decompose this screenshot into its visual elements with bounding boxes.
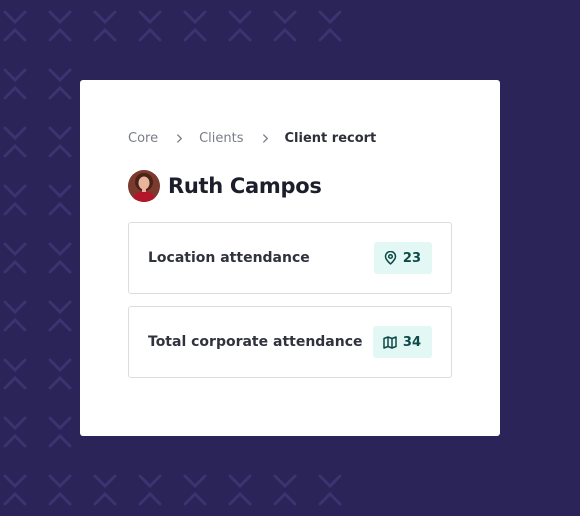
stat-label: Total corporate attendance — [148, 334, 363, 350]
client-name: Ruth Campos — [168, 174, 322, 198]
stat-badge: 23 — [373, 242, 432, 274]
breadcrumb-item-core[interactable]: Core — [128, 131, 158, 146]
breadcrumb-current: Client recort — [284, 130, 377, 146]
stat-label: Location attendance — [148, 250, 310, 266]
client-record-card: Core Clients Client recort Ruth Campos L… — [80, 80, 500, 436]
avatar — [128, 170, 160, 202]
stat-value: 34 — [402, 334, 421, 350]
client-header: Ruth Campos — [128, 170, 452, 202]
location-attendance-card: Location attendance 23 — [128, 222, 452, 294]
chevron-right-icon — [262, 133, 268, 143]
corporate-attendance-card: Total corporate attendance 34 — [128, 306, 452, 378]
stat-badge: 34 — [372, 326, 432, 358]
breadcrumb-item-clients[interactable]: Clients — [199, 131, 243, 146]
breadcrumb: Core Clients Client recort — [128, 128, 452, 148]
chevron-right-icon — [177, 133, 183, 143]
map-icon — [383, 335, 397, 349]
stat-value: 23 — [402, 250, 421, 266]
map-pin-icon — [384, 251, 397, 265]
